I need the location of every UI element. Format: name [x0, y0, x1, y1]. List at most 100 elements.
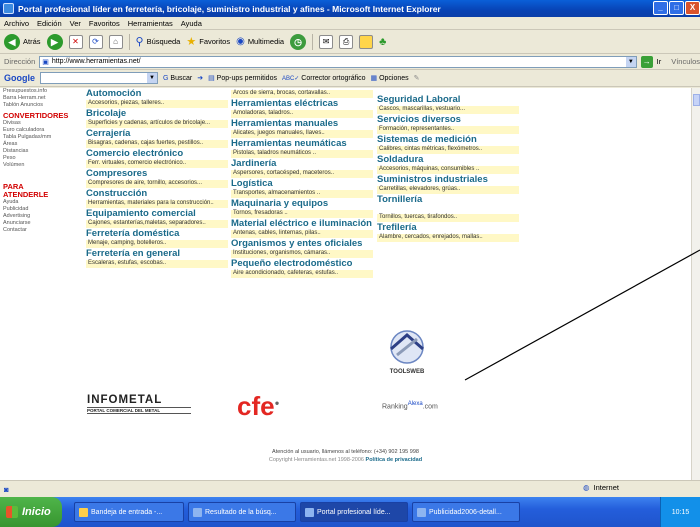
sidebar-link[interactable]: Contactar — [3, 227, 66, 234]
start-button[interactable]: Inicio — [0, 497, 62, 527]
history-icon[interactable]: ◷ — [290, 33, 307, 50]
go-button[interactable]: → — [640, 55, 653, 68]
messenger-icon[interactable]: ♣ — [379, 36, 386, 48]
options-label: Opciones — [379, 75, 409, 82]
left-sidebar: Presupuestos.info Barra Herram.net Tabló… — [0, 88, 68, 328]
task-label: Portal profesional líde... — [317, 508, 391, 516]
category-link[interactable]: Ferretería doméstica — [86, 228, 228, 240]
multimedia-button[interactable]: ◉ Multimedia — [236, 36, 284, 47]
category-link[interactable]: Maquinaria y equipos — [231, 198, 373, 210]
privacy-link[interactable]: Política de privacidad — [366, 457, 423, 463]
close-button[interactable]: X — [685, 1, 700, 15]
scrollbar-thumb[interactable] — [693, 94, 700, 106]
menu-favoritos[interactable]: Favoritos — [89, 19, 120, 28]
taskbar-item[interactable]: Bandeja de entrada -... — [74, 502, 184, 522]
category-link[interactable]: Tornillería — [377, 194, 519, 206]
sidebar-link[interactable]: Tablón Anuncios — [3, 102, 66, 109]
toolsweb-logo[interactable]: TOOLSWEB — [377, 325, 437, 379]
infometal-logo[interactable]: INFOMETAL PORTAL COMERCIAL DEL METAL — [87, 394, 197, 414]
menu-archivo[interactable]: Archivo — [4, 19, 29, 28]
category-link[interactable]: Equipamiento comercial — [86, 208, 228, 220]
category-link[interactable]: Organismos y entes oficiales — [231, 238, 373, 250]
category-link[interactable]: Herramientas eléctricas — [231, 98, 373, 110]
chevron-down-icon[interactable]: ▼ — [625, 56, 636, 67]
category-link[interactable]: Material eléctrico e iluminación — [231, 218, 373, 230]
sidebar-link[interactable]: Barra Herram.net — [3, 95, 66, 102]
options-button[interactable]: ▦ Opciones — [371, 74, 409, 82]
sidebar-link[interactable]: Advertising — [3, 213, 66, 220]
maximize-button[interactable]: □ — [669, 1, 684, 15]
category-link[interactable]: Compresores — [86, 168, 228, 180]
sidebar-link[interactable]: Distancias — [3, 148, 66, 155]
category-desc: Superficies y cadenas, artículos de bric… — [86, 120, 228, 128]
sidebar-link[interactable]: Euro calculadora — [3, 127, 66, 134]
category-link[interactable]: Comercio electrónico — [86, 148, 228, 160]
address-input[interactable]: ▣ http://www.herramientas.net/ ▼ — [39, 55, 637, 68]
category-link[interactable]: Sistemas de medición — [377, 134, 519, 146]
sidebar-link[interactable]: Divisas — [3, 120, 66, 127]
menu-edicion[interactable]: Edición — [37, 19, 62, 28]
category-link[interactable]: Soldadura — [377, 154, 519, 166]
favorites-button[interactable]: ★ Favoritos — [186, 35, 230, 48]
address-bar: Dirección ▣ http://www.herramientas.net/… — [0, 54, 700, 70]
category-link[interactable]: Herramientas neumáticas — [231, 138, 373, 150]
google-arrow-icon[interactable]: ➜ — [197, 74, 203, 82]
google-logo[interactable]: Google — [4, 73, 35, 83]
chevron-down-icon[interactable]: ▼ — [147, 73, 157, 83]
sidebar-link[interactable]: Anunciarse — [3, 220, 66, 227]
page-viewport: Presupuestos.info Barra Herram.net Tabló… — [0, 88, 691, 480]
links-label[interactable]: Vínculos — [671, 57, 700, 66]
category-link[interactable]: Suministros industriales — [377, 174, 519, 186]
spellcheck-button[interactable]: ABC✓ Corrector ortográfico — [282, 75, 366, 82]
category-link[interactable]: Jardinería — [231, 158, 373, 170]
refresh-icon[interactable]: ⟳ — [88, 34, 103, 49]
category-link[interactable]: Automoción — [86, 88, 228, 100]
taskbar-item[interactable]: Portal profesional líde... — [300, 502, 408, 522]
pencil-icon[interactable]: ✎ — [414, 74, 420, 82]
category-link[interactable]: Servicios diversos — [377, 114, 519, 126]
forward-button[interactable]: ▶ — [46, 33, 63, 50]
task-label: Bandeja de entrada -... — [91, 508, 163, 516]
sidebar-link[interactable]: Presupuestos.info — [3, 88, 66, 95]
folder-icon[interactable] — [359, 34, 374, 49]
ranking-alexa-logo[interactable]: RankingAlexa.com — [382, 401, 438, 410]
taskbar-item[interactable]: Resultado de la búsq... — [188, 502, 296, 522]
category-desc: Escaleras, estufas, escobas.. — [86, 260, 228, 268]
sidebar-link[interactable]: Tabla Pulgadas/mm — [3, 134, 66, 141]
vertical-scrollbar[interactable] — [691, 88, 700, 480]
category-link[interactable]: Logística — [231, 178, 373, 190]
minimize-button[interactable]: _ — [653, 1, 668, 15]
stop-icon[interactable]: ✕ — [68, 34, 83, 49]
category-link[interactable]: Herramientas manuales — [231, 118, 373, 130]
go-label[interactable]: Ir — [657, 57, 662, 66]
sidebar-link[interactable]: Publicidad — [3, 206, 66, 213]
address-label: Dirección — [4, 57, 36, 66]
sidebar-link[interactable]: Peso — [3, 155, 66, 162]
category-link[interactable]: Pequeño electrodoméstico — [231, 258, 373, 270]
home-icon[interactable]: ⌂ — [108, 34, 123, 49]
category-link[interactable]: Ferretería en general — [86, 248, 228, 260]
menu-ver[interactable]: Ver — [70, 19, 81, 28]
clock[interactable]: 10:15 — [672, 509, 690, 516]
category-link[interactable]: Trefilería — [377, 222, 519, 234]
menu-ayuda[interactable]: Ayuda — [181, 19, 202, 28]
print-icon[interactable]: ⎙ — [339, 34, 354, 49]
category-link[interactable]: Seguridad Laboral — [377, 94, 519, 106]
sidebar-link[interactable]: Ayuda — [3, 199, 66, 206]
category-link[interactable]: Construcción — [86, 188, 228, 200]
category-link[interactable]: Cerrajería — [86, 128, 228, 140]
category-link[interactable]: Bricolaje — [86, 108, 228, 120]
google-search-input[interactable]: ▼ — [40, 72, 158, 84]
google-search-button[interactable]: G Buscar — [163, 75, 192, 82]
mail-icon[interactable]: ✉ — [319, 34, 334, 49]
sidebar-link[interactable]: Volúmen — [3, 162, 66, 169]
taskbar-item[interactable]: Publicidad2006-detall... — [412, 502, 520, 522]
page-footer: Atención al usuario, llámenos al teléfon… — [0, 448, 691, 464]
popups-button[interactable]: ▤ Pop-ups permitidos — [208, 74, 277, 82]
page-status-icon: ◙ — [4, 484, 9, 494]
search-button[interactable]: ⚲ Búsqueda — [136, 35, 181, 48]
menu-herramientas[interactable]: Herramientas — [128, 19, 173, 28]
cfe-logo[interactable]: CFE● — [237, 391, 279, 422]
sidebar-link[interactable]: Áreas — [3, 141, 66, 148]
back-button[interactable]: ◀ Atrás — [4, 33, 41, 50]
